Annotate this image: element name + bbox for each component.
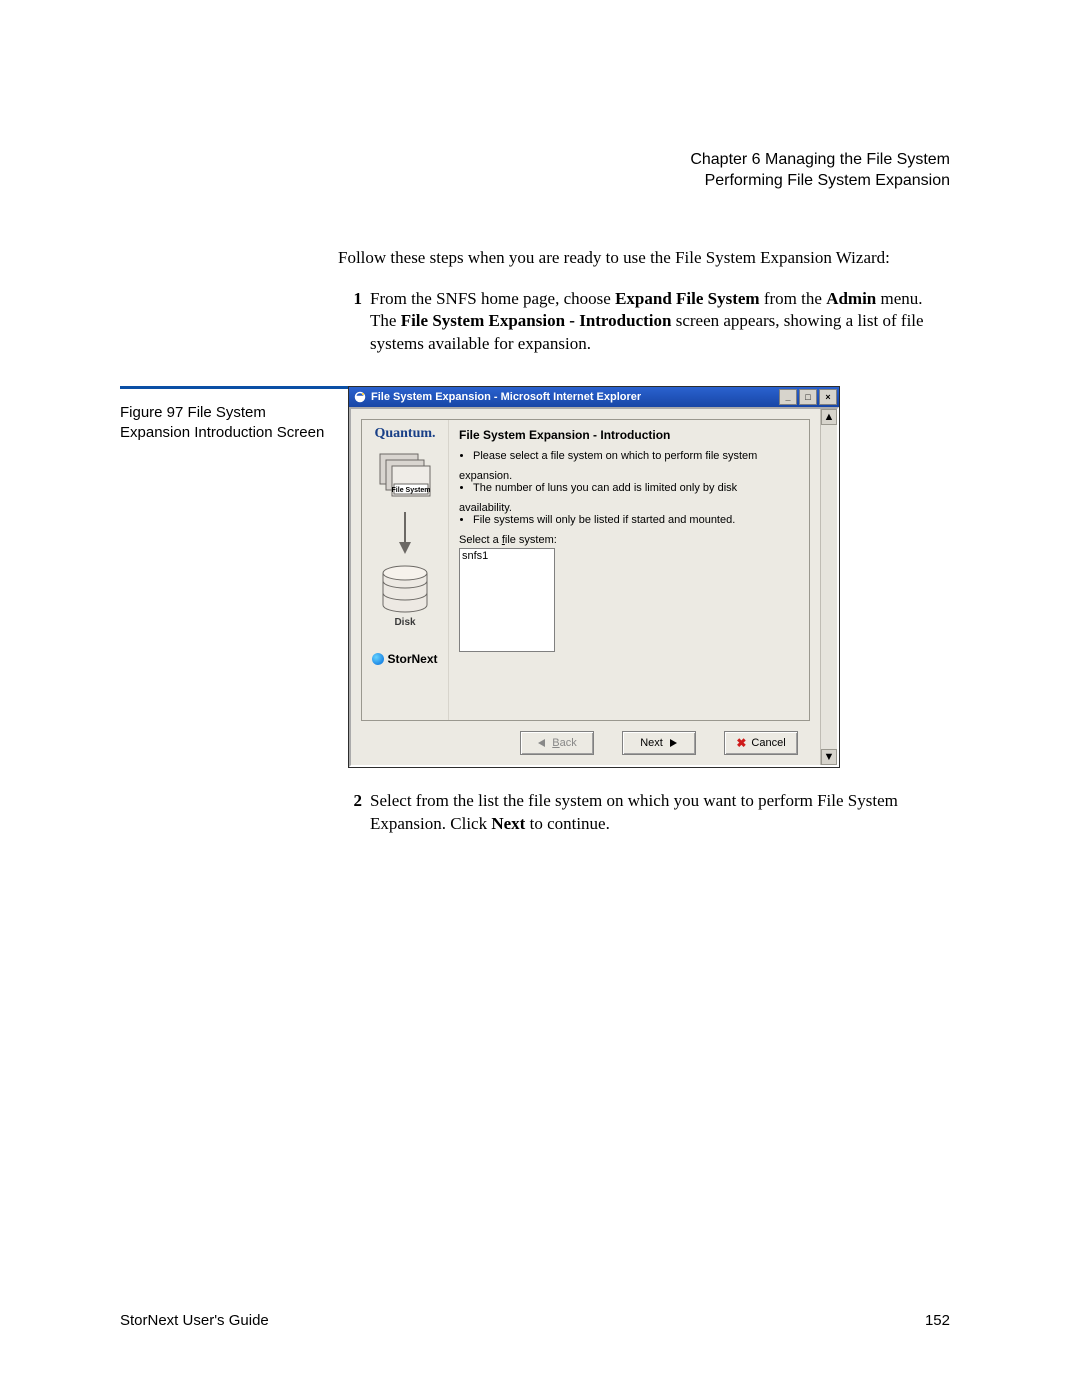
step-text: From the SNFS home page, choose Expand F…: [362, 288, 950, 357]
filesystem-graphic: File System: [374, 448, 436, 506]
scroll-down-button[interactable]: ▼: [821, 749, 837, 765]
window-title: File System Expansion - Microsoft Intern…: [371, 391, 641, 403]
svg-text:File System: File System: [392, 487, 431, 494]
quantum-logo: Quantum.: [362, 426, 448, 442]
footer-guide: StorNext User's Guide: [120, 1312, 269, 1329]
text: From the SNFS home page, choose: [370, 289, 615, 308]
stornext-logo: StorNext: [362, 652, 448, 666]
client-content: Quantum.: [351, 409, 820, 765]
scrollbar[interactable]: ▲ ▼: [820, 409, 837, 765]
next-label: Next: [640, 737, 663, 749]
figure-content: File System Expansion - Microsoft Intern…: [348, 386, 950, 768]
bullet-item: File systems will only be listed if star…: [473, 514, 799, 526]
wizard-heading: File System Expansion - Introduction: [459, 428, 799, 442]
cancel-label: Cancel: [751, 737, 785, 749]
triangle-right-icon: [668, 738, 678, 748]
close-button[interactable]: ×: [819, 389, 837, 405]
step-2: 2 Select from the list the file system o…: [338, 790, 950, 836]
maximize-button[interactable]: □: [799, 389, 817, 405]
window-titlebar[interactable]: File System Expansion - Microsoft Intern…: [349, 387, 839, 407]
minimize-button[interactable]: _: [779, 389, 797, 405]
x-icon: ✖: [736, 736, 746, 750]
text: to continue.: [525, 814, 610, 833]
arrow-down-icon: [362, 512, 448, 559]
footer-page-number: 152: [925, 1312, 950, 1329]
text: from the: [760, 289, 827, 308]
disk-graphic: Disk: [374, 565, 436, 628]
menu-expand-file-system: Expand File System: [615, 289, 760, 308]
select-label: Select a file system:: [459, 534, 799, 546]
step-number: 2: [338, 790, 362, 836]
step-1: 1 From the SNFS home page, choose Expand…: [338, 288, 950, 357]
page-header: Chapter 6 Managing the File System Perfo…: [120, 150, 950, 192]
filesystem-listbox[interactable]: snfs1: [459, 548, 555, 652]
text: Select from the list the file system on …: [370, 791, 898, 833]
wizard-sidebar: Quantum.: [362, 420, 449, 720]
step-text: Select from the list the file system on …: [362, 790, 950, 836]
disk-label: Disk: [394, 617, 415, 628]
body-column: 2 Select from the list the file system o…: [338, 790, 950, 836]
step-number: 1: [338, 288, 362, 357]
window-buttons: _ □ ×: [777, 389, 837, 405]
document-page: Chapter 6 Managing the File System Perfo…: [0, 0, 1080, 1397]
intro-paragraph: Follow these steps when you are ready to…: [338, 247, 950, 270]
wizard-panel: Quantum.: [361, 419, 810, 721]
accelerator: B: [552, 737, 559, 749]
figure-caption: Figure 97 File System Expansion Introduc…: [120, 386, 348, 442]
ie-icon: [353, 390, 367, 404]
window-client: Quantum.: [349, 407, 839, 767]
bullet-cont: expansion.: [459, 470, 799, 482]
back-label: Back: [552, 737, 576, 749]
cancel-button[interactable]: ✖ Cancel: [724, 731, 798, 755]
text: ile system:: [505, 534, 557, 546]
body-column: Follow these steps when you are ready to…: [338, 247, 950, 357]
page-footer: StorNext User's Guide 152: [120, 1312, 950, 1329]
section-title: Performing File System Expansion: [120, 171, 950, 192]
bullet-item: Please select a file system on which to …: [473, 450, 799, 462]
wizard-buttons: Back Next ✖ Cancel: [351, 731, 798, 755]
button-next: Next: [491, 814, 525, 833]
wizard-bullet-list: Please select a file system on which to …: [459, 450, 799, 462]
stornext-orb-icon: [372, 653, 384, 665]
triangle-left-icon: [537, 738, 547, 748]
ie-window: File System Expansion - Microsoft Intern…: [348, 386, 840, 768]
next-button[interactable]: Next: [622, 731, 696, 755]
bullet-cont: availability.: [459, 502, 799, 514]
menu-admin: Admin: [826, 289, 876, 308]
wizard-bullet-list: File systems will only be listed if star…: [459, 514, 799, 526]
back-button[interactable]: Back: [520, 731, 594, 755]
chapter-title: Chapter 6 Managing the File System: [120, 150, 950, 171]
figure-row: Figure 97 File System Expansion Introduc…: [120, 386, 950, 768]
list-item[interactable]: snfs1: [462, 550, 552, 562]
wizard-bullet-list: The number of luns you can add is limite…: [459, 482, 799, 494]
stornext-text: StorNext: [387, 652, 437, 666]
wizard-main: File System Expansion - Introduction Ple…: [449, 420, 809, 720]
text: ack: [560, 737, 577, 749]
bullet-item: The number of luns you can add is limite…: [473, 482, 799, 494]
screen-name: File System Expansion - Introduction: [401, 311, 672, 330]
text: Select a: [459, 534, 502, 546]
scroll-up-button[interactable]: ▲: [821, 409, 837, 425]
